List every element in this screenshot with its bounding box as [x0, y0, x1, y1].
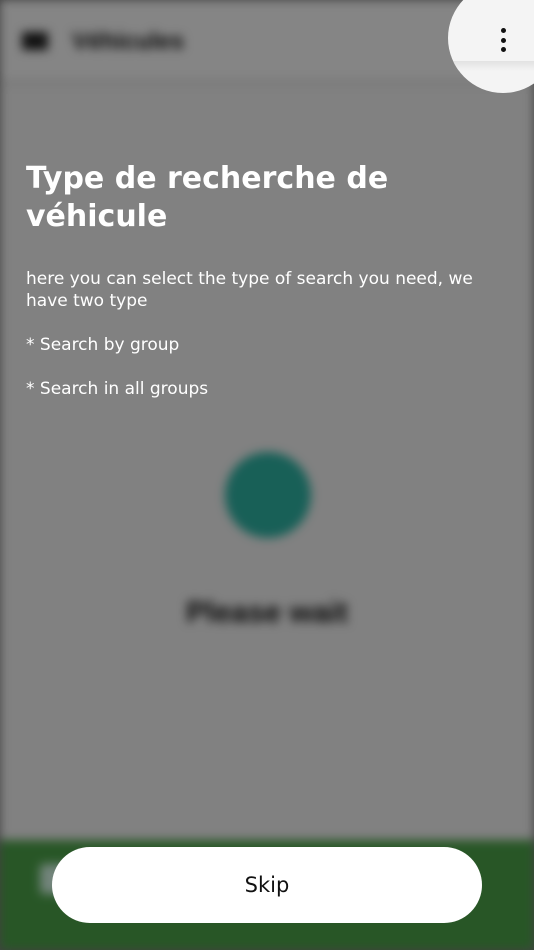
tour-option-group: * Search by group: [26, 335, 180, 355]
tour-option-all-groups: * Search in all groups: [26, 379, 209, 399]
menu-dot: [500, 47, 506, 52]
more-vertical-icon[interactable]: [490, 26, 516, 54]
tour-title: Type de recherche de véhicule: [26, 161, 389, 234]
tour-description: here you can select the type of search y…: [26, 269, 473, 311]
menu-dot: [500, 28, 506, 33]
tour-body: here you can select the type of search y…: [26, 268, 496, 422]
skip-button[interactable]: Skip: [52, 847, 482, 923]
header-shadow: [448, 61, 534, 71]
tutorial-overlay: [0, 0, 534, 950]
menu-dot: [500, 37, 506, 43]
